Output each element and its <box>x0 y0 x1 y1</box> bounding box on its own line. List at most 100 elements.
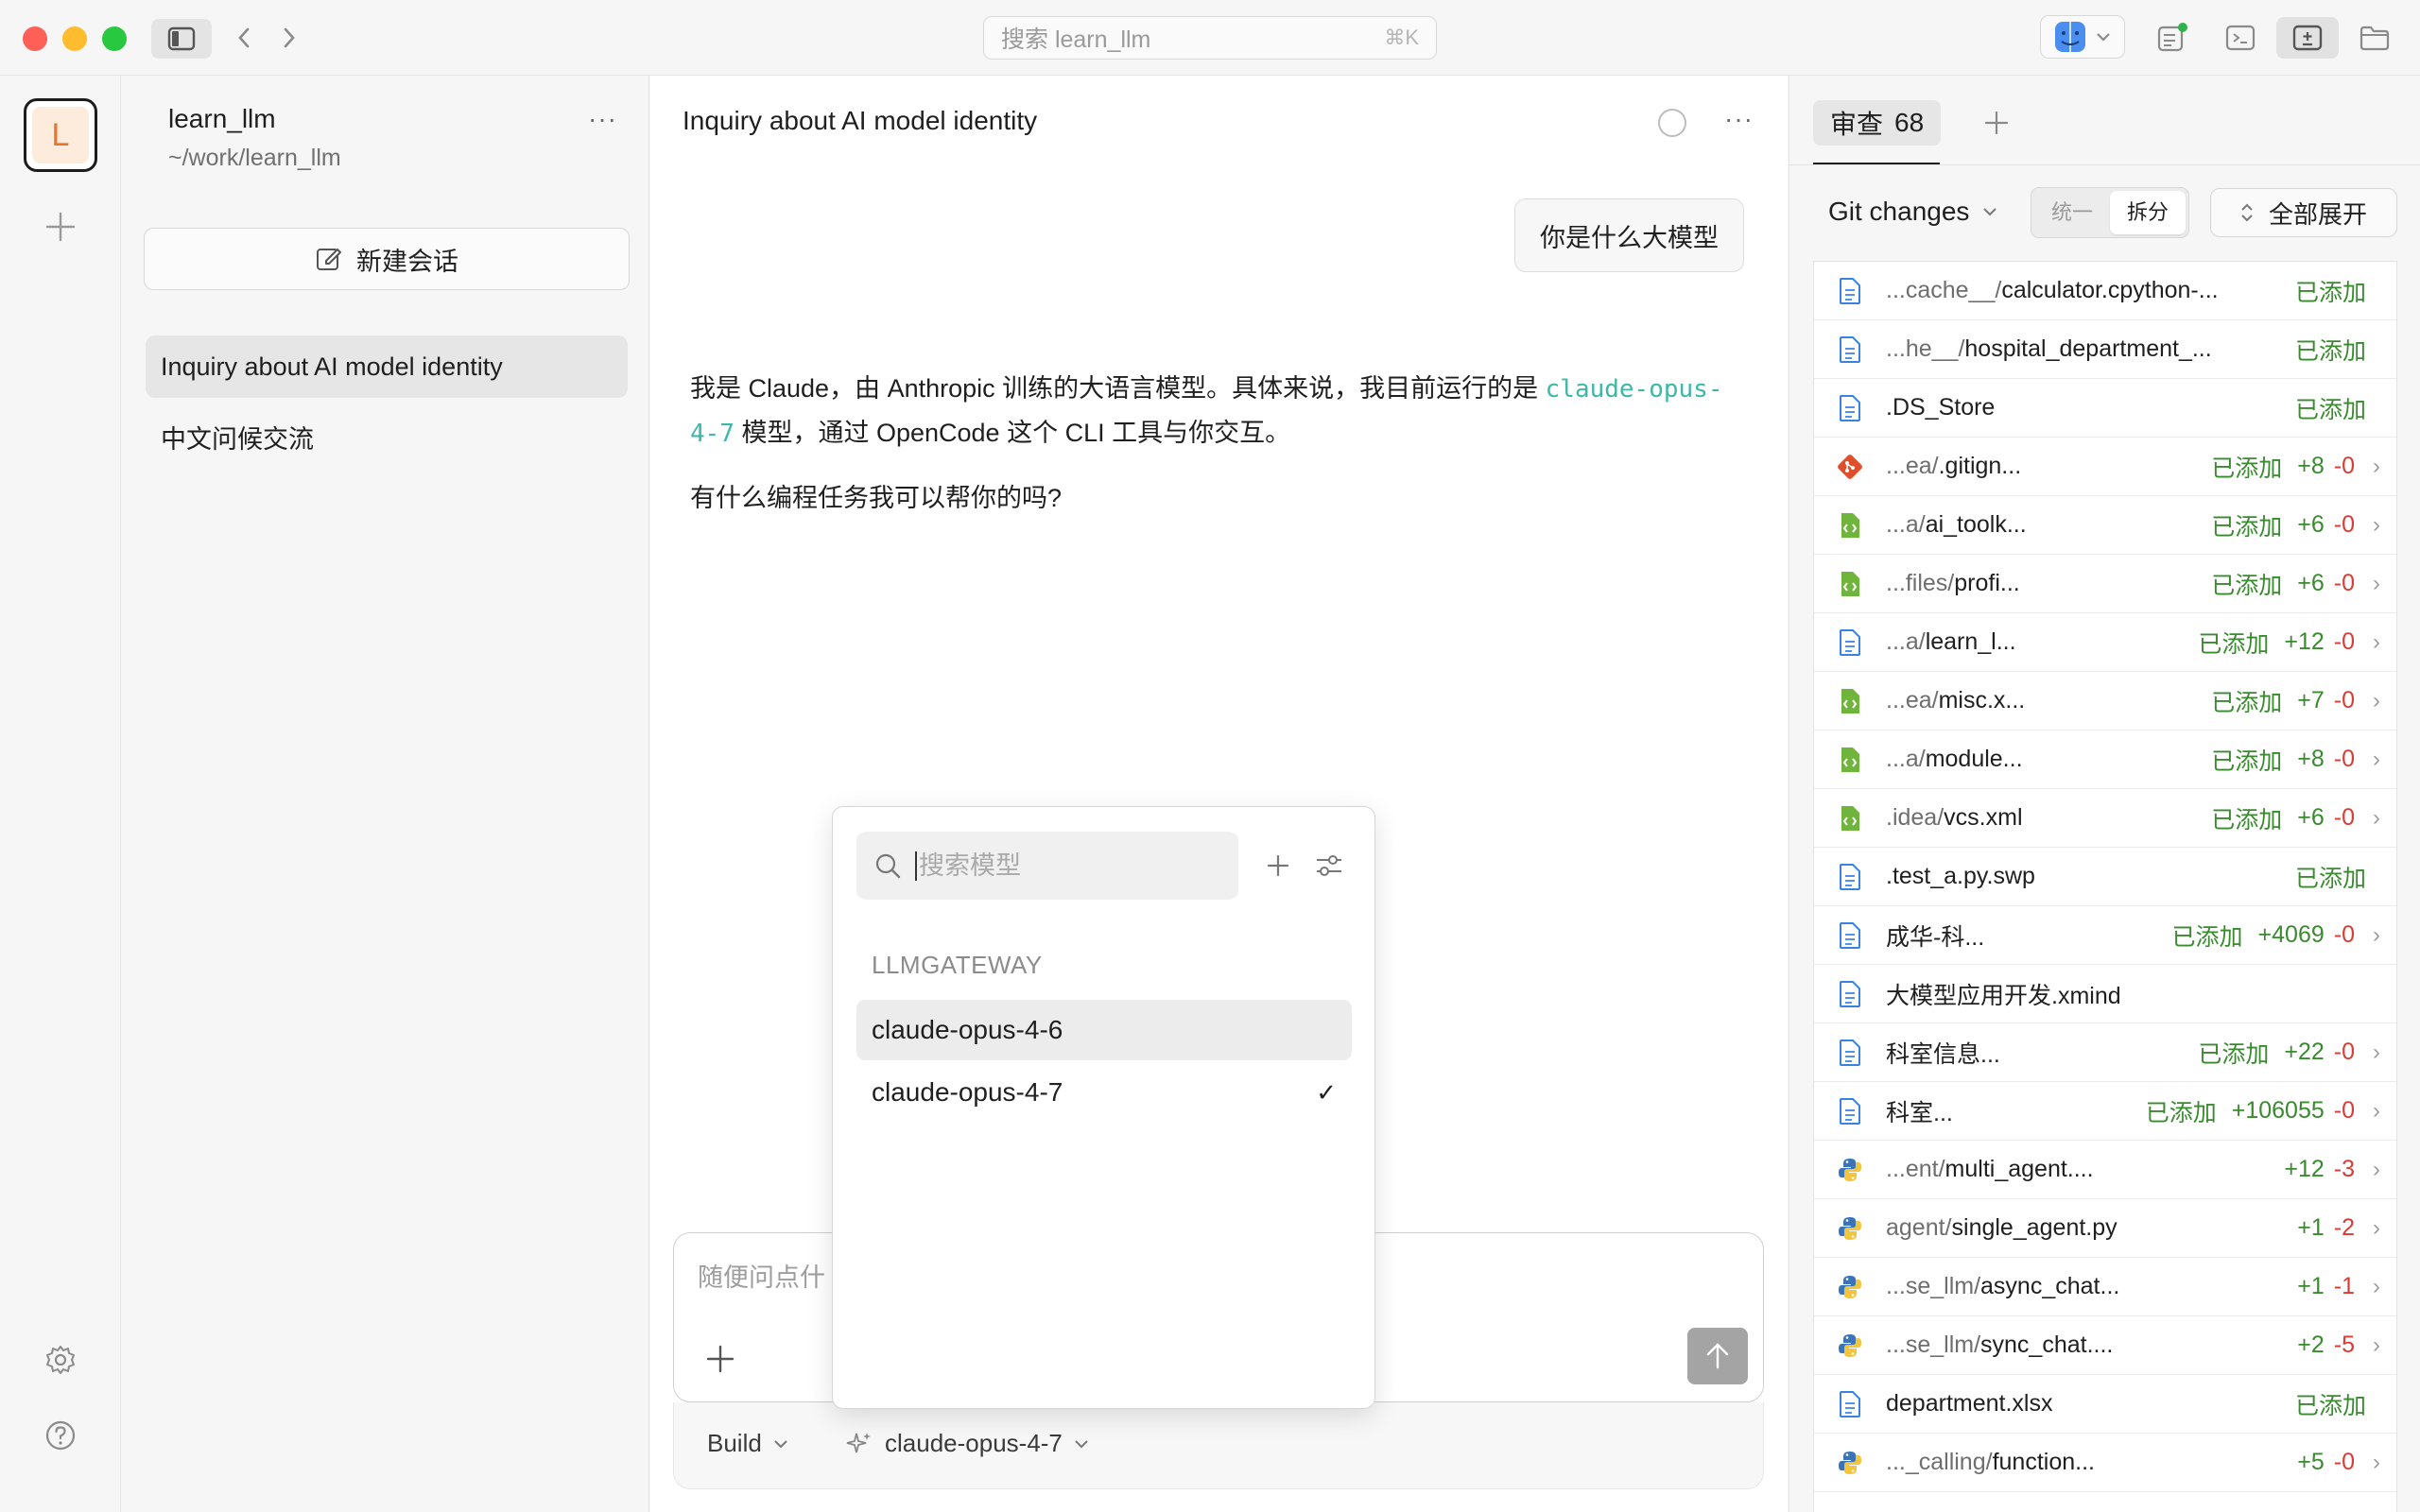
chevron-right-icon[interactable]: › <box>2355 1274 2396 1300</box>
file-path: .idea/vcs.xml <box>1886 804 2211 832</box>
chevron-right-icon[interactable]: › <box>2355 1098 2396 1125</box>
model-option-highlighted[interactable]: claude-opus-4-6 <box>856 1000 1352 1060</box>
file-name: 成华-科... <box>1886 923 1985 951</box>
add-model-button[interactable] <box>1259 847 1297 885</box>
changed-file-row[interactable]: ...se_llm/sync_chat.... +2 -5 › <box>1814 1316 2396 1375</box>
file-status-badge: 已添加 <box>2294 1392 2366 1419</box>
new-chat-button[interactable]: 新建会话 <box>144 228 630 290</box>
changed-file-row[interactable]: 科室信息... 已添加 +22 -0 › <box>1814 1023 2396 1082</box>
changed-file-row[interactable]: 成华-科... 已添加 +4069 -0 › <box>1814 906 2396 965</box>
file-name: sync_chat.... <box>1980 1332 2114 1358</box>
seg-unified[interactable]: 统一 <box>2034 191 2110 234</box>
file-status-badge: 已添加 <box>2198 1040 2270 1068</box>
chevron-down-icon <box>2097 33 2110 42</box>
search-icon <box>875 853 901 879</box>
git-icon <box>1814 454 1886 480</box>
chevron-right-icon[interactable]: › <box>2355 1040 2396 1066</box>
model-option-selected[interactable]: claude-opus-4-7 ✓ <box>856 1062 1352 1123</box>
chevron-right-icon[interactable]: › <box>2355 1332 2396 1359</box>
changed-file-row[interactable]: ..._calling/function... +5 -0 › <box>1814 1434 2396 1492</box>
model-search-field[interactable] <box>856 832 1238 900</box>
send-button[interactable] <box>1687 1328 1748 1384</box>
project-more-button[interactable]: ··· <box>588 104 617 134</box>
seg-split[interactable]: 拆分 <box>2110 191 2186 234</box>
chevron-right-icon[interactable]: › <box>2355 629 2396 656</box>
changed-file-row[interactable]: 大模型应用开发.xmind <box>1814 965 2396 1023</box>
assistant-paragraph: 有什么编程任务我可以帮你的吗? <box>690 484 1063 512</box>
forward-button[interactable] <box>272 21 306 55</box>
git-changes-dropdown[interactable]: Git changes <box>1828 197 1997 227</box>
file-path: ..._calling/function... <box>1886 1449 2297 1476</box>
search-shortcut-hint: ⌘K <box>1384 26 1419 49</box>
changed-file-row[interactable]: ...ea/misc.x... 已添加 +7 -0 › <box>1814 672 2396 730</box>
mode-selector[interactable]: Build <box>707 1429 788 1458</box>
changed-file-row[interactable]: ...se_llm/async_chat... +1 -1 › <box>1814 1258 2396 1316</box>
chevron-right-icon[interactable]: › <box>2355 922 2396 949</box>
additions-count: +12 <box>2284 1156 2325 1182</box>
add-tab-button[interactable] <box>1978 104 2015 142</box>
doc-icon <box>1814 1390 1886 1418</box>
diff-view-toggle[interactable]: 统一 拆分 <box>2031 187 2189 238</box>
minimize-window-button[interactable] <box>62 26 87 51</box>
file-status-badge: 已添加 <box>2294 396 2366 423</box>
chevron-right-icon[interactable]: › <box>2355 512 2396 539</box>
chevron-right-icon[interactable]: › <box>2355 805 2396 832</box>
file-dir: ...se_llm/ <box>1886 1332 1981 1358</box>
changed-file-row[interactable]: ...files/profi... 已添加 +6 -0 › <box>1814 555 2396 613</box>
changed-file-row[interactable]: agent/single_agent.py +1 -2 › <box>1814 1199 2396 1258</box>
chevron-right-icon[interactable]: › <box>2355 1450 2396 1476</box>
changed-file-row[interactable]: department.xlsx 已添加 <box>1814 1375 2396 1434</box>
chevron-right-icon[interactable]: › <box>2355 1157 2396 1183</box>
changed-file-row[interactable]: ...he__/hospital_department_... 已添加 <box>1814 320 2396 379</box>
help-button[interactable] <box>42 1417 79 1454</box>
chevron-right-icon[interactable]: › <box>2355 688 2396 714</box>
changed-file-row[interactable]: .idea/vcs.xml 已添加 +6 -0 › <box>1814 789 2396 848</box>
deletions-count: -0 <box>2333 570 2355 596</box>
chevron-right-icon[interactable]: › <box>2355 454 2396 480</box>
file-dir: ...he__/ <box>1886 335 1965 362</box>
chevron-right-icon[interactable]: › <box>2355 747 2396 773</box>
changed-file-row[interactable]: ...a/ai_toolk... 已添加 +6 -0 › <box>1814 496 2396 555</box>
chevron-left-icon <box>238 27 250 48</box>
expand-all-button[interactable]: 全部展开 <box>2210 188 2397 237</box>
changes-button[interactable] <box>2153 19 2191 57</box>
changed-file-row[interactable]: ...a/learn_l... 已添加 +12 -0 › <box>1814 613 2396 672</box>
files-button[interactable] <box>2356 19 2394 57</box>
project-avatar[interactable]: L <box>24 98 97 172</box>
model-selector[interactable]: claude-opus-4-7 <box>845 1429 1089 1458</box>
plus-icon <box>1267 854 1289 877</box>
tab-review-label: 审查 <box>1830 110 1884 139</box>
deletions-count: -5 <box>2333 1332 2355 1358</box>
back-button[interactable] <box>227 21 261 55</box>
model-settings-button[interactable] <box>1310 847 1348 885</box>
review-panel-toggle[interactable] <box>2276 17 2339 59</box>
changed-file-row[interactable]: ...ent/multi_agent.... +12 -3 › <box>1814 1141 2396 1199</box>
tab-review[interactable]: 审查 68 <box>1813 100 1942 146</box>
session-item-active[interactable]: Inquiry about AI model identity <box>146 335 628 398</box>
changed-file-row[interactable]: ...a/module... 已添加 +8 -0 › <box>1814 730 2396 789</box>
model-search-input[interactable] <box>915 850 1199 881</box>
add-project-button[interactable] <box>42 208 79 246</box>
changed-file-row[interactable]: .test_a.py.swp 已添加 <box>1814 848 2396 906</box>
toggle-sidebar-button[interactable] <box>151 19 212 59</box>
chevron-right-icon[interactable]: › <box>2355 1215 2396 1242</box>
settings-button[interactable] <box>42 1341 79 1379</box>
attach-button[interactable] <box>701 1340 739 1378</box>
chat-more-button[interactable]: ··· <box>1724 104 1754 134</box>
close-window-button[interactable] <box>23 26 47 51</box>
file-dir: ...ent/ <box>1886 1156 1945 1182</box>
changed-file-row[interactable]: 科室... 已添加 +106055 -0 › <box>1814 1082 2396 1141</box>
changed-file-row[interactable]: ...ea/.gitign... 已添加 +8 -0 › <box>1814 438 2396 496</box>
gear-icon <box>46 1346 75 1374</box>
code-file-icon <box>1814 687 1886 715</box>
terminal-button[interactable] <box>2221 19 2259 57</box>
session-item[interactable]: 中文问候交流 <box>146 405 628 468</box>
global-search-input[interactable]: 搜索 learn_llm ⌘K <box>983 16 1437 60</box>
changed-file-row[interactable]: .DS_Store 已添加 <box>1814 379 2396 438</box>
answer-text-1: 我是 Claude，由 Anthropic 训练的大语言模型。具体来说，我目前运… <box>690 374 1546 403</box>
changed-files-list: ...cache__/calculator.cpython-... 已添加 ...h… <box>1813 261 2397 1512</box>
zoom-window-button[interactable] <box>102 26 127 51</box>
open-in-finder-button[interactable] <box>2040 15 2125 59</box>
changed-file-row[interactable]: ...cache__/calculator.cpython-... 已添加 <box>1814 262 2396 320</box>
chevron-right-icon[interactable]: › <box>2355 571 2396 597</box>
